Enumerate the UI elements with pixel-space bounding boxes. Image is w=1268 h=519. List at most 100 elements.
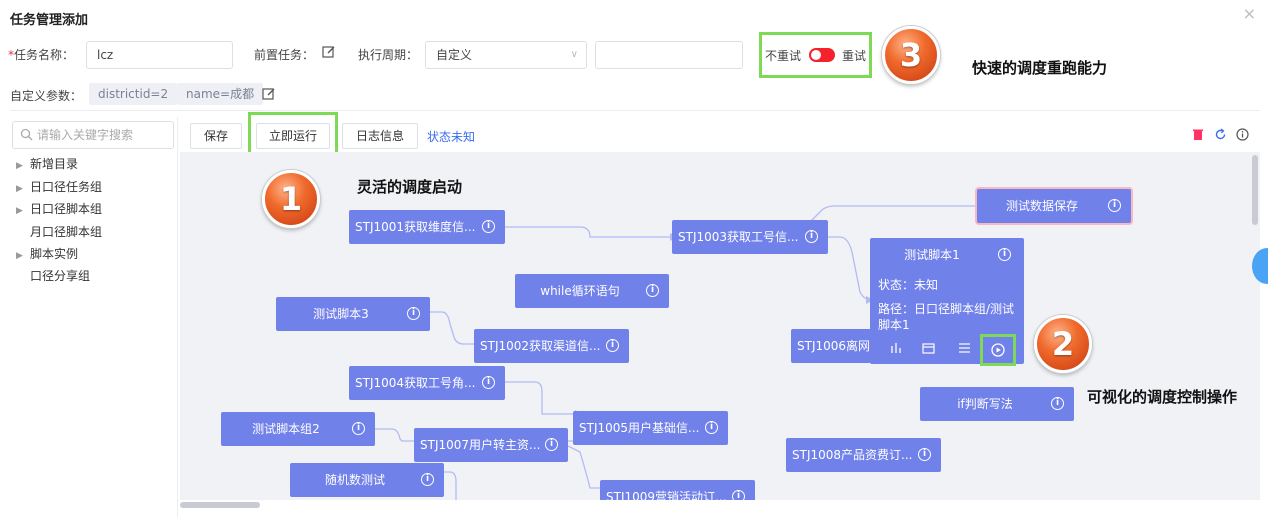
info-icon[interactable]: i <box>421 473 434 486</box>
node-label: 随机数测试 <box>324 473 385 487</box>
info-icon[interactable]: i <box>998 248 1011 261</box>
flow-node[interactable]: STJ1003获取工号信... i <box>672 220 828 254</box>
info-icon[interactable]: i <box>352 422 365 435</box>
tree-item[interactable]: ▶ 日口径脚本组 <box>16 200 102 217</box>
search-icon <box>20 128 33 141</box>
info-icon[interactable] <box>1236 128 1249 141</box>
badge-2: 2 <box>1034 315 1092 373</box>
node-label: STJ1008产品资费订... <box>792 448 913 462</box>
task-name-input[interactable]: lcz <box>86 41 233 69</box>
node-label: STJ1006离网用 <box>797 339 871 353</box>
flow-node[interactable]: 测试数据保存 i <box>977 189 1131 223</box>
flow-node[interactable]: STJ1008产品资费订... i <box>786 438 941 472</box>
callout-1: 灵活的调度启动 <box>357 178 463 196</box>
calendar-icon[interactable] <box>922 342 935 354</box>
tree-item[interactable]: 月口径脚本组 <box>16 223 102 240</box>
node-label: while循环语句 <box>540 284 620 298</box>
info-icon[interactable]: i <box>407 307 420 320</box>
info-icon[interactable]: i <box>646 284 659 297</box>
retry-on-label: 重试 <box>842 49 867 63</box>
edit-icon[interactable] <box>322 45 336 59</box>
flow-node[interactable]: if判断写法 i <box>920 387 1074 421</box>
info-icon[interactable]: i <box>482 376 495 389</box>
flow-node[interactable]: STJ1004获取工号角... i <box>349 366 505 400</box>
search-input[interactable]: 请输入关键字搜索 <box>12 121 174 149</box>
info-icon[interactable]: i <box>606 339 619 352</box>
retry-toggle[interactable] <box>809 48 835 62</box>
task-name-label-text: 任务名称： <box>14 48 75 62</box>
node-label: 测试脚本组2 <box>252 422 320 436</box>
node-label: 测试数据保存 <box>1005 199 1078 213</box>
flow-node[interactable]: STJ1002获取渠道信... i <box>474 329 629 363</box>
flow-node[interactable]: 随机数测试 i <box>290 463 444 497</box>
info-icon[interactable]: i <box>918 448 931 461</box>
flow-node[interactable]: while循环语句 i <box>515 274 669 308</box>
save-button[interactable]: 保存 <box>190 123 242 149</box>
tree-item[interactable]: ▶ 新增目录 <box>16 155 78 172</box>
node-label: STJ1007用户转主资... <box>420 438 541 452</box>
chevron-down-icon: ∨ <box>570 49 578 60</box>
run-now-button[interactable]: 立即运行 <box>256 123 330 149</box>
flow-node[interactable]: 测试脚本3 i <box>276 297 430 331</box>
tree-item-label: 日口径脚本组 <box>30 202 103 216</box>
edit-params-icon[interactable] <box>262 87 276 101</box>
play-icon[interactable] <box>991 343 1005 357</box>
task-name-label: *任务名称： <box>8 46 74 63</box>
info-icon[interactable]: i <box>545 438 558 451</box>
tree-item-label: 新增目录 <box>30 157 79 171</box>
pre-task-label: 前置任务： <box>254 48 315 62</box>
close-icon[interactable]: × <box>1243 4 1256 23</box>
stats-icon[interactable] <box>890 342 902 354</box>
flow-node[interactable]: STJ1005用户基础信... i <box>573 411 728 445</box>
flow-node[interactable]: 测试脚本组2 i <box>221 412 375 446</box>
flow-node[interactable]: STJ1009营销活动订... i <box>600 480 755 500</box>
delete-icon[interactable] <box>1192 128 1204 141</box>
tree-item-label: 脚本实例 <box>30 247 79 261</box>
tree-item[interactable]: ▶ 日口径任务组 <box>16 178 102 195</box>
param-tag[interactable]: name=成都 <box>177 83 264 105</box>
node-label: STJ1003获取工号信... <box>678 230 799 244</box>
status-text: 状态未知 <box>427 130 476 144</box>
flow-node[interactable]: STJ1007用户转主资... i <box>414 428 568 462</box>
tree-item-label: 口径分享组 <box>30 269 91 283</box>
info-icon[interactable]: i <box>805 230 818 243</box>
retry-off-label: 不重试 <box>765 49 802 63</box>
info-icon[interactable]: i <box>705 421 718 434</box>
param-tag[interactable]: districtid=2 <box>89 83 178 105</box>
log-info-button[interactable]: 日志信息 <box>342 123 418 149</box>
node-label: STJ1009营销活动订... <box>606 490 727 500</box>
flow-node[interactable]: STJ1001获取维度信... i <box>349 210 505 244</box>
sidebar: 请输入关键字搜索 ▶ 新增目录 ▶ 日口径任务组 ▶ 日口径脚本组 月口径脚本组 ▶ 脚… <box>10 117 178 517</box>
info-icon[interactable]: i <box>482 220 495 233</box>
cycle-select-value: 自定义 <box>436 48 473 62</box>
refresh-icon[interactable] <box>1214 128 1227 141</box>
info-icon[interactable]: i <box>732 490 745 500</box>
node-label: STJ1001获取维度信... <box>355 220 476 234</box>
tree-item[interactable]: ▶ 脚本实例 <box>16 245 78 262</box>
node-label: STJ1005用户基础信... <box>579 421 700 435</box>
badge-3: 3 <box>882 26 940 84</box>
popup-title: 测试脚本1 <box>904 248 960 262</box>
callout-3: 快速的调度重跑能力 <box>972 59 1108 77</box>
custom-params-label: 自定义参数： <box>10 89 83 103</box>
tree-item-label: 月口径脚本组 <box>30 225 103 239</box>
cycle-extra-input[interactable] <box>595 41 743 69</box>
toggle-knob <box>811 50 821 60</box>
vertical-scrollbar[interactable] <box>1252 155 1258 225</box>
popup-path-cont: 脚本1 <box>878 318 910 332</box>
horizontal-scrollbar[interactable] <box>180 502 260 508</box>
list-icon[interactable] <box>958 342 971 354</box>
flow-canvas[interactable]: STJ1001获取维度信... i STJ1003获取工号信... i 测试数据保存… <box>180 152 1260 500</box>
info-icon[interactable]: i <box>1108 199 1121 212</box>
tree-item[interactable]: 口径分享组 <box>16 267 90 284</box>
flow-node[interactable]: STJ1006离网用 <box>791 329 871 363</box>
node-label: STJ1004获取工号角... <box>355 376 476 390</box>
cycle-select[interactable]: 自定义 ∨ <box>425 41 587 69</box>
node-label: STJ1002获取渠道信... <box>480 339 601 353</box>
callout-2: 可视化的调度控制操作 <box>1087 388 1238 406</box>
caret-right-icon: ▶ <box>16 206 23 216</box>
popup-status: 状态：未知 <box>878 278 939 292</box>
tree-item-label: 日口径任务组 <box>30 180 103 194</box>
popup-path: 路径：日口径脚本组/测试 <box>878 302 1015 316</box>
info-icon[interactable]: i <box>1051 397 1064 410</box>
